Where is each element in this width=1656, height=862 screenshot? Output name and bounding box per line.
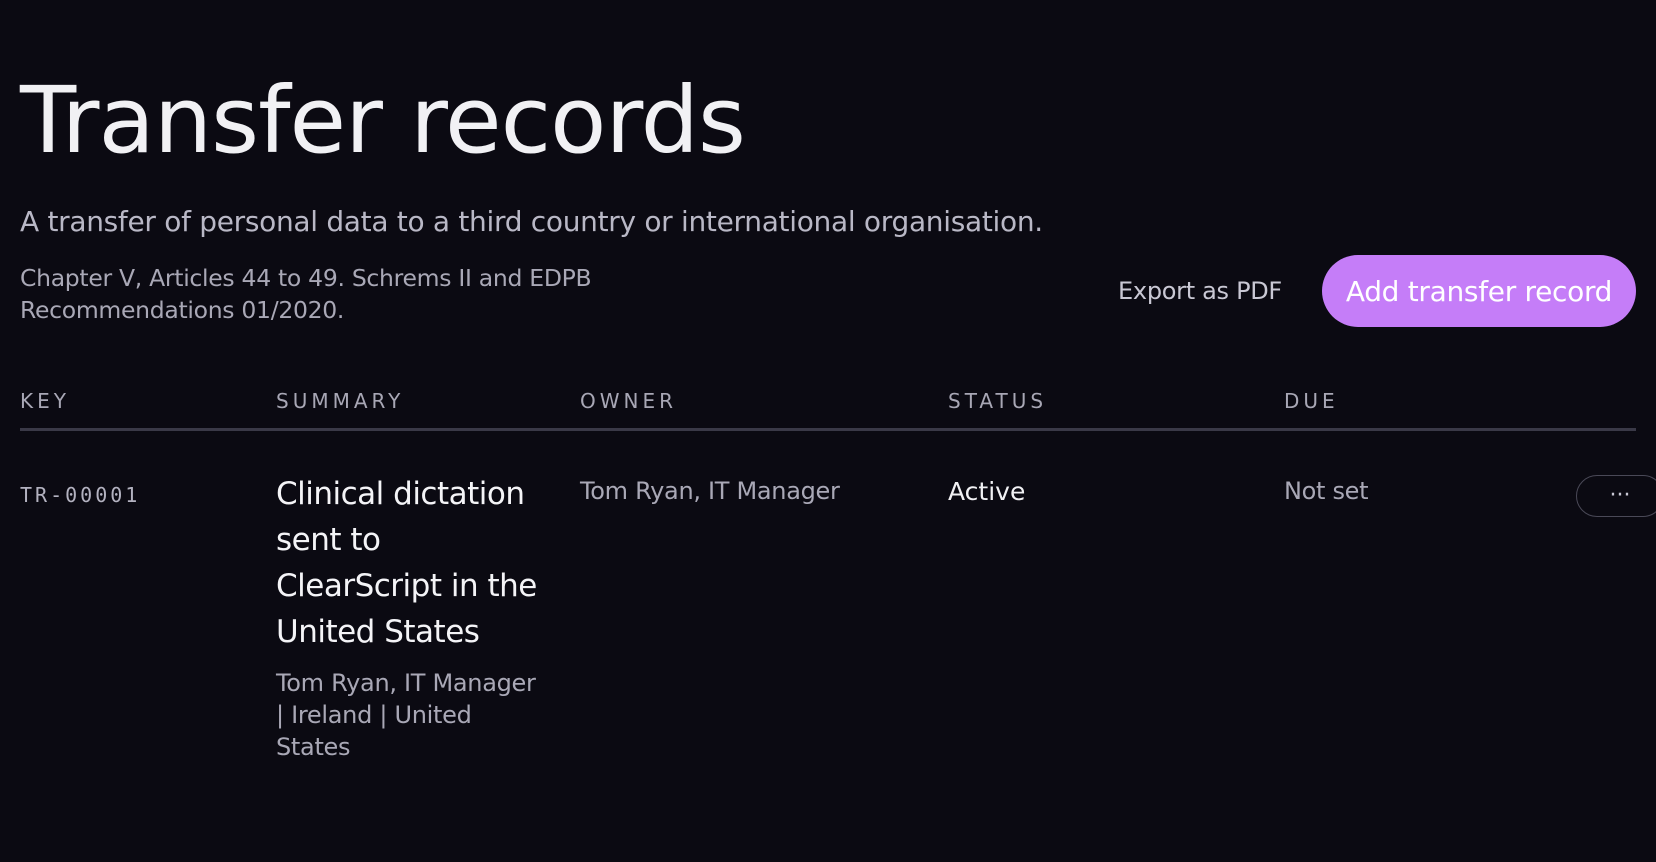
table-header: KEY SUMMARY OWNER STATUS DUE (20, 385, 1636, 431)
record-summary: Clinical dictation sent to ClearScript i… (276, 471, 546, 763)
page-title: Transfer records (20, 67, 746, 174)
column-header-owner[interactable]: OWNER (580, 389, 677, 413)
legal-reference: Chapter V, Articles 44 to 49. Schrems II… (20, 264, 592, 324)
record-summary-title[interactable]: Clinical dictation sent to ClearScript i… (276, 471, 546, 655)
export-pdf-button[interactable]: Export as PDF (1110, 255, 1290, 327)
record-status: Active (948, 477, 1026, 506)
add-transfer-record-button[interactable]: Add transfer record (1322, 255, 1636, 327)
column-header-due[interactable]: DUE (1284, 389, 1339, 413)
record-owner: Tom Ryan, IT Manager (580, 477, 840, 505)
record-summary-meta: Tom Ryan, IT Manager | Ireland | United … (276, 669, 536, 761)
column-header-summary[interactable]: SUMMARY (276, 389, 404, 413)
record-due-date: Not set (1284, 477, 1369, 505)
transfer-records-table: KEY SUMMARY OWNER STATUS DUE TR-00001 Cl… (20, 385, 1656, 763)
more-horizontal-icon[interactable]: ··· (1576, 475, 1656, 517)
column-header-key[interactable]: KEY (20, 389, 70, 413)
page-subtitle: A transfer of personal data to a third c… (20, 205, 1043, 238)
transfer-records-page: Transfer records A transfer of personal … (0, 0, 1656, 862)
column-header-status[interactable]: STATUS (948, 389, 1047, 413)
table-row[interactable]: TR-00001 Clinical dictation sent to Clea… (20, 431, 1656, 763)
record-key: TR-00001 (20, 483, 141, 507)
